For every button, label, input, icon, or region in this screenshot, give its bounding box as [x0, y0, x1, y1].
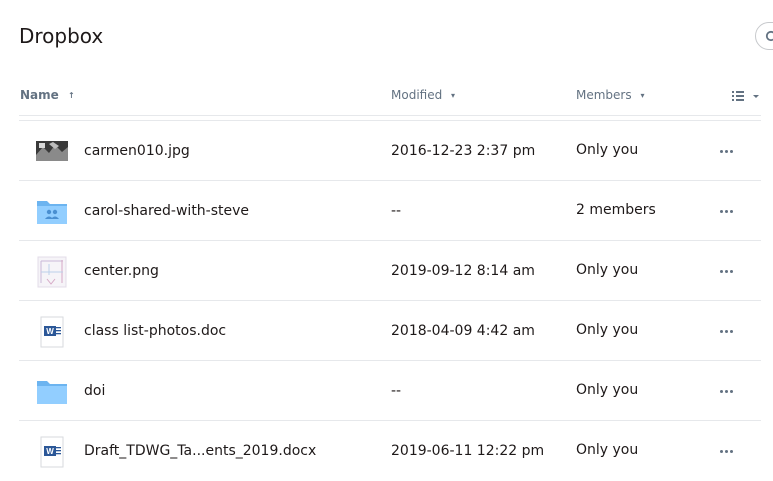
modified-date: --: [391, 203, 402, 219]
chevron-down-icon: ▾: [640, 91, 645, 100]
file-name[interactable]: carol-shared-with-steve: [84, 203, 249, 219]
more-options-button[interactable]: [718, 141, 736, 159]
file-row[interactable]: doi -- Only you: [19, 361, 761, 421]
file-name[interactable]: doi: [84, 383, 105, 399]
column-header-members-label: Members: [576, 88, 632, 102]
members-value: Only you: [576, 262, 639, 278]
header-divider: [19, 115, 761, 116]
modified-date: 2018-04-09 4:42 am: [391, 323, 535, 339]
shared-folder-icon: [37, 201, 67, 224]
file-row[interactable]: center.png 2019-09-12 8:14 am Only you: [19, 241, 761, 301]
sort-ascending-icon: ↑: [67, 91, 75, 100]
modified-date: 2016-12-23 2:37 pm: [391, 143, 536, 159]
members-value: 2 members: [576, 202, 656, 218]
file-row[interactable]: W Draft_TDWG_Ta...ents_2019.docx 2019-06…: [19, 421, 761, 481]
file-row[interactable]: carol-shared-with-steve -- 2 members: [19, 181, 761, 241]
members-value: Only you: [576, 442, 639, 458]
page-title: Dropbox: [19, 24, 104, 48]
word-document-icon: W: [40, 436, 64, 468]
chevron-down-icon: ▾: [451, 91, 456, 100]
svg-text:W: W: [46, 447, 54, 456]
file-row[interactable]: W class list-photos.doc 2018-04-09 4:42 …: [19, 301, 761, 361]
file-name[interactable]: carmen010.jpg: [84, 143, 190, 159]
file-name[interactable]: Draft_TDWG_Ta...ents_2019.docx: [84, 443, 316, 459]
members-value: Only you: [576, 142, 639, 158]
view-toggle-button[interactable]: [730, 88, 764, 104]
image-thumbnail-icon: [37, 256, 67, 288]
modified-date: 2019-09-12 8:14 am: [391, 263, 535, 279]
word-document-icon: W: [40, 316, 64, 348]
more-options-button[interactable]: [718, 201, 736, 219]
search-button[interactable]: [755, 22, 773, 50]
more-options-button[interactable]: [718, 261, 736, 279]
more-options-button[interactable]: [718, 321, 736, 339]
list-view-icon: [732, 91, 759, 101]
file-name[interactable]: center.png: [84, 263, 159, 279]
file-name[interactable]: class list-photos.doc: [84, 323, 226, 339]
column-header-members[interactable]: Members ▾: [576, 88, 644, 102]
folder-icon: [37, 381, 67, 404]
members-value: Only you: [576, 322, 639, 338]
image-thumbnail-icon: [36, 141, 68, 161]
search-icon: [765, 30, 773, 42]
column-header-modified[interactable]: Modified ▾: [391, 88, 455, 102]
column-header-modified-label: Modified: [391, 88, 443, 102]
svg-text:W: W: [46, 327, 54, 336]
column-header-name[interactable]: Name ↑: [20, 88, 75, 102]
modified-date: --: [391, 383, 402, 399]
column-header-name-label: Name: [20, 88, 59, 102]
modified-date: 2019-06-11 12:22 pm: [391, 443, 545, 459]
file-row[interactable]: carmen010.jpg 2016-12-23 2:37 pm Only yo…: [19, 121, 761, 181]
members-value: Only you: [576, 382, 639, 398]
more-options-button[interactable]: [718, 381, 736, 399]
more-options-button[interactable]: [718, 441, 736, 459]
